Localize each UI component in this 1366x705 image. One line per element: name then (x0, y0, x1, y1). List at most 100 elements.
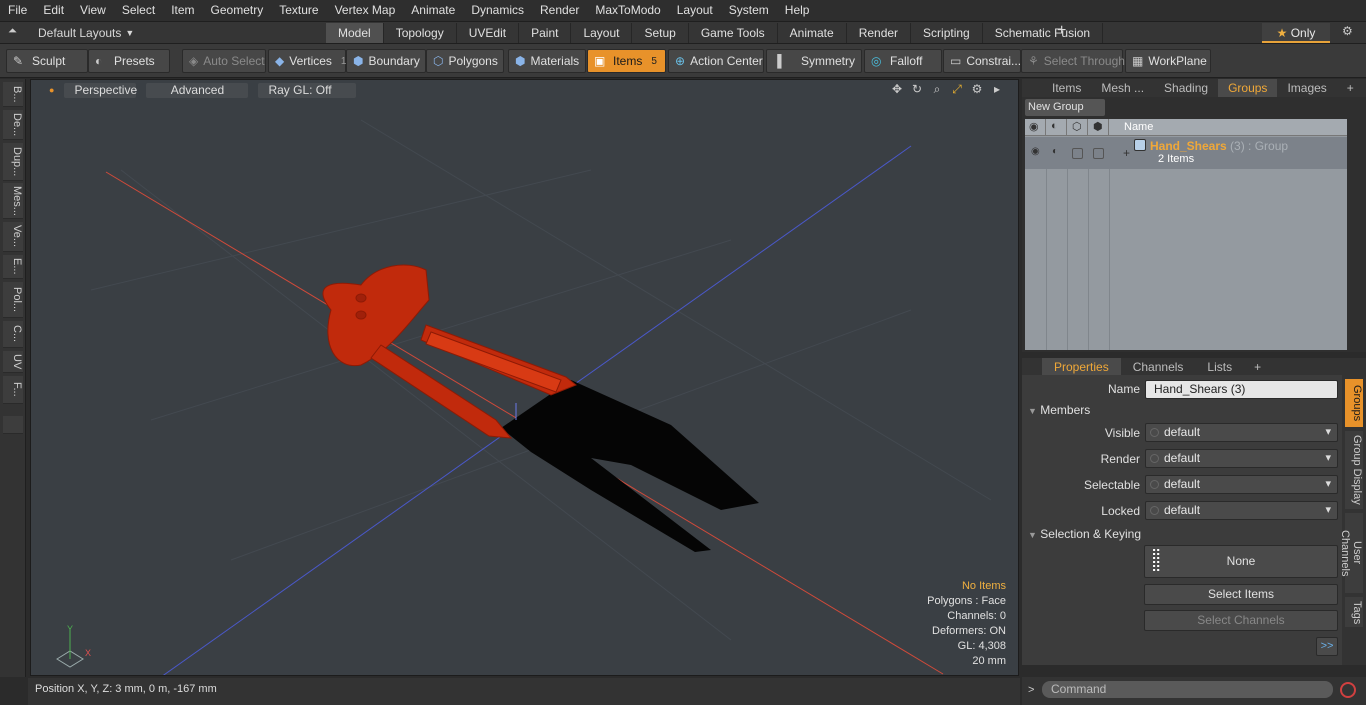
select-channels-button[interactable]: Select Channels (1144, 610, 1338, 631)
menu-item-help[interactable]: Help (777, 0, 818, 21)
items-button[interactable]: ▣ Items 5 (587, 49, 666, 73)
only-button[interactable]: ★ Only (1262, 23, 1330, 43)
more-button[interactable]: >> (1316, 637, 1338, 656)
menu-item-render[interactable]: Render (532, 0, 587, 21)
left-strip-toggle-icon[interactable] (3, 416, 23, 434)
mode-tab-game-tools[interactable]: Game Tools (689, 23, 778, 43)
row-select-checkbox[interactable] (1093, 148, 1104, 159)
menu-item-vertex-map[interactable]: Vertex Map (327, 0, 404, 21)
render-dropdown[interactable]: default (1145, 449, 1338, 468)
viewport-settings-icon[interactable]: ⚙ (970, 82, 984, 96)
mode-tab-animate[interactable]: Animate (778, 23, 847, 43)
menu-item-edit[interactable]: Edit (35, 0, 72, 21)
mode-tab-render[interactable]: Render (847, 23, 912, 43)
zoom-view-icon[interactable]: ⌕ (930, 82, 944, 96)
fit-view-icon[interactable]: ⤢ (950, 82, 964, 96)
vertices-button[interactable]: ◆ Vertices 1 (268, 49, 346, 73)
side-tab-user-channels[interactable]: User Channels (1339, 513, 1363, 593)
props-tab-channels[interactable]: Channels (1121, 358, 1196, 376)
left-tab-9[interactable]: F... (3, 376, 23, 404)
viewport-expand-icon[interactable]: ▸ (990, 82, 1004, 96)
right-tab-images[interactable]: Images (1277, 79, 1336, 97)
select-items-button[interactable]: Select Items (1144, 584, 1338, 605)
menu-item-maxtomodo[interactable]: MaxToModo (587, 0, 668, 21)
command-input[interactable]: Command (1042, 681, 1333, 698)
lock-column-icon[interactable]: ⬡ (1067, 119, 1088, 136)
materials-button[interactable]: ⬢ Materials (508, 49, 586, 73)
mode-tab-paint[interactable]: Paint (519, 23, 572, 43)
falloff-button[interactable]: ◎ Falloff (864, 49, 942, 73)
rotate-view-icon[interactable]: ↻ (910, 82, 924, 96)
group-row[interactable]: ◉ ◐ + Hand_Shears (3) : Group 2 Items (1025, 137, 1347, 169)
right-tab-shading[interactable]: Shading (1154, 79, 1218, 97)
record-icon[interactable] (1340, 682, 1356, 698)
row-visibility-icon[interactable]: ◉ (1031, 146, 1040, 157)
menu-item-layout[interactable]: Layout (669, 0, 721, 21)
action-center-button[interactable]: ⊕ Action Center (668, 49, 764, 73)
add-props-tab-icon[interactable]: + (1244, 358, 1271, 376)
add-right-tab-icon[interactable]: + (1337, 79, 1364, 97)
add-tab-icon[interactable]: + (1057, 22, 1066, 40)
menu-item-dynamics[interactable]: Dynamics (463, 0, 532, 21)
left-tab-3[interactable]: Mes... (3, 183, 23, 219)
menu-item-system[interactable]: System (721, 0, 777, 21)
polygons-button[interactable]: ⬡ Polygons (426, 49, 504, 73)
boundary-button[interactable]: ⬢ Boundary (346, 49, 426, 73)
menu-item-view[interactable]: View (72, 0, 114, 21)
symmetry-button[interactable]: ▐ Symmetry (766, 49, 862, 73)
visible-dropdown[interactable]: default (1145, 423, 1338, 442)
visibility-column-icon[interactable]: ◉ (1025, 119, 1046, 136)
left-tab-8[interactable]: UV (3, 351, 23, 373)
side-tab-tags[interactable]: Tags (1345, 597, 1363, 627)
left-tab-2[interactable]: Dup... (3, 143, 23, 181)
presets-button[interactable]: ◐ Presets (88, 49, 170, 73)
none-button[interactable]: ⠿ ⠿ None (1144, 545, 1338, 578)
mode-tab-model[interactable]: Model (326, 23, 384, 43)
mode-tab-schematic-fusion[interactable]: Schematic Fusion (983, 23, 1104, 43)
constraints-button[interactable]: ▭ Constrai... (943, 49, 1021, 73)
mode-tab-uvedit[interactable]: UVEdit (457, 23, 520, 43)
advanced-button[interactable]: Advanced (146, 82, 249, 98)
gear-icon[interactable]: ⚙ (1342, 24, 1353, 38)
select-column-icon[interactable]: ⬢ (1088, 119, 1109, 136)
props-tab-lists[interactable]: Lists (1195, 358, 1244, 376)
workplane-button[interactable]: ▦ WorkPlane (1125, 49, 1211, 73)
menu-item-select[interactable]: Select (114, 0, 163, 21)
row-lock-checkbox[interactable] (1072, 148, 1083, 159)
right-tab-mesh[interactable]: Mesh ... (1091, 79, 1154, 97)
name-field[interactable]: Hand_Shears (3) (1145, 380, 1338, 399)
selection-keying-section[interactable]: ▼ Selection & Keying (1028, 527, 1141, 541)
raygl-button[interactable]: Ray GL: Off (258, 82, 357, 98)
right-tab-groups[interactable]: Groups (1218, 79, 1278, 97)
members-section[interactable]: ▼ Members (1028, 403, 1090, 417)
sculpt-button[interactable]: ✎ Sculpt (6, 49, 88, 73)
row-render-icon[interactable]: ◐ (1052, 146, 1058, 157)
menu-item-item[interactable]: Item (163, 0, 202, 21)
menu-item-animate[interactable]: Animate (403, 0, 463, 21)
3d-viewport[interactable]: Y X ● Perspective Advanced Ray GL: Off ✥… (30, 79, 1019, 676)
layout-select[interactable]: Default Layouts ▼ (38, 24, 134, 42)
menu-item-texture[interactable]: Texture (271, 0, 326, 21)
perspective-button[interactable]: Perspective (64, 82, 137, 98)
expand-icon[interactable]: + (1123, 146, 1130, 160)
left-tab-0[interactable]: B... (3, 82, 23, 107)
mode-tab-topology[interactable]: Topology (384, 23, 457, 43)
menu-item-file[interactable]: File (0, 0, 35, 21)
move-view-icon[interactable]: ✥ (890, 82, 904, 96)
auto-select-button[interactable]: ◈ Auto Select (182, 49, 266, 73)
left-tab-5[interactable]: E... (3, 255, 23, 279)
side-tab-groups[interactable]: Groups (1345, 379, 1363, 427)
right-tab-items[interactable]: Items (1042, 79, 1091, 97)
left-tab-7[interactable]: C... (3, 321, 23, 348)
left-tab-1[interactable]: De... (3, 110, 23, 140)
render-column-icon[interactable]: ◐ (1046, 119, 1067, 136)
mode-tab-layout[interactable]: Layout (571, 23, 633, 43)
selectable-dropdown[interactable]: default (1145, 475, 1338, 494)
mode-tab-setup[interactable]: Setup (632, 23, 689, 43)
props-tab-properties[interactable]: Properties (1042, 357, 1121, 376)
layout-collapse-icon[interactable]: ⏶ (8, 25, 17, 38)
left-tab-4[interactable]: Ve... (3, 222, 23, 252)
locked-dropdown[interactable]: default (1145, 501, 1338, 520)
left-tab-6[interactable]: Pol... (3, 282, 23, 318)
menu-item-geometry[interactable]: Geometry (203, 0, 272, 21)
